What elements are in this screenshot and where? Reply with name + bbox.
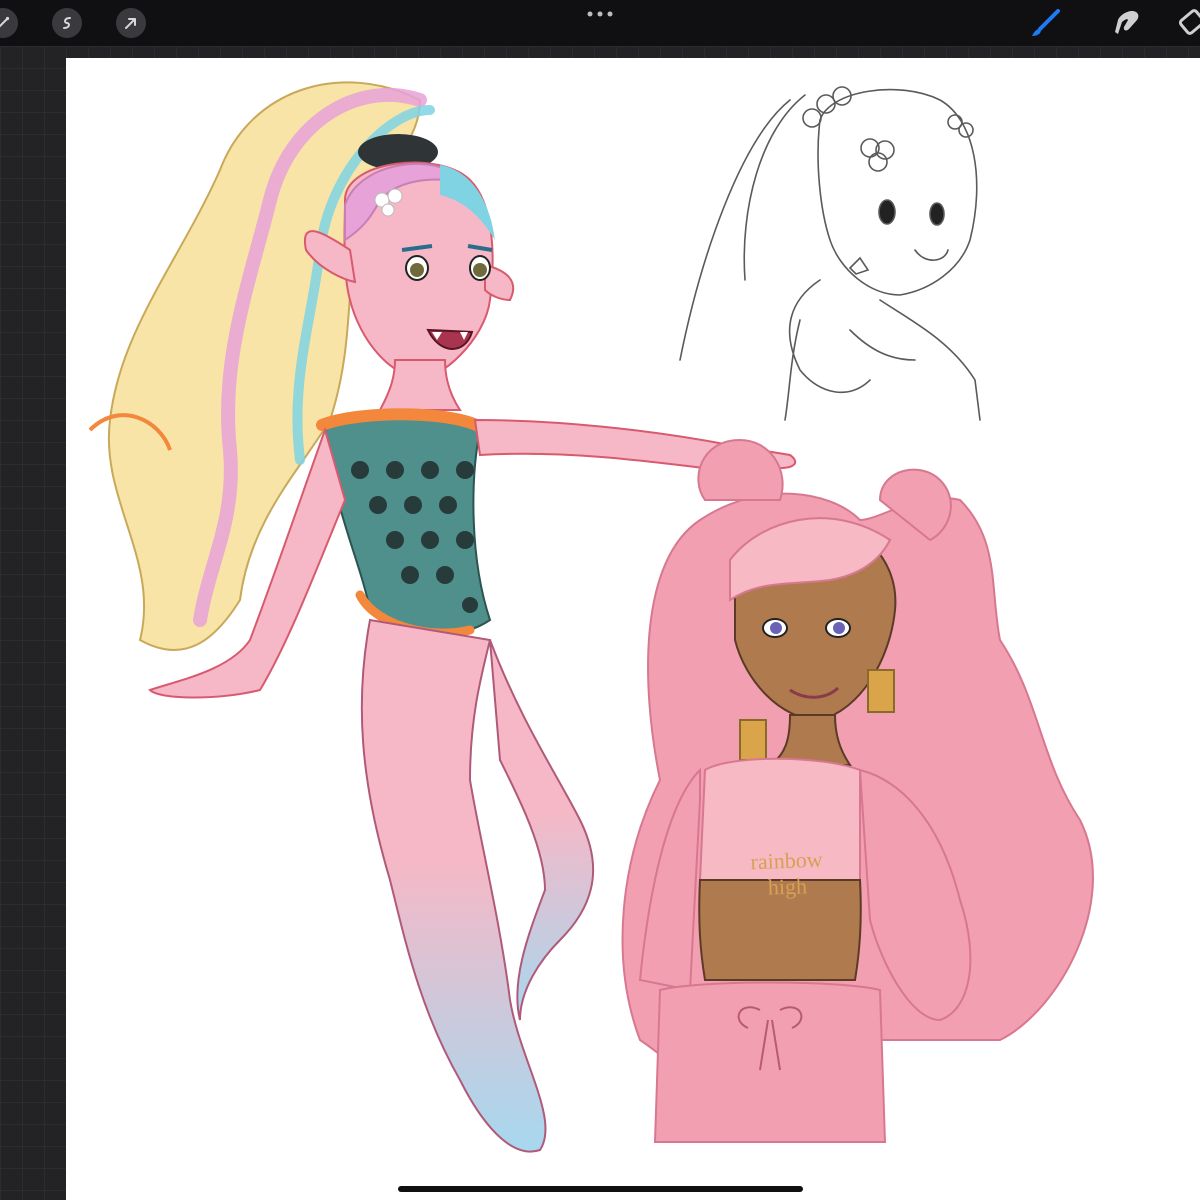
artwork	[88, 81, 1094, 1153]
eraser-icon[interactable]	[1176, 8, 1200, 38]
pink-hoodie-girl-illustration	[621, 438, 1094, 1143]
shirt-text: rainbow high	[750, 846, 823, 900]
sketch-portrait	[679, 86, 981, 421]
top-toolbar	[0, 0, 1200, 46]
adjustments-wand-icon[interactable]	[0, 8, 18, 38]
transform-arrow-icon[interactable]	[116, 8, 146, 38]
drawing-canvas[interactable]: rainbow high	[66, 58, 1200, 1200]
more-dots-icon[interactable]	[586, 9, 614, 19]
smudge-icon[interactable]	[1110, 8, 1144, 38]
home-indicator[interactable]	[398, 1186, 803, 1192]
selection-icon[interactable]	[52, 8, 82, 38]
brush-icon[interactable]	[1028, 8, 1062, 38]
